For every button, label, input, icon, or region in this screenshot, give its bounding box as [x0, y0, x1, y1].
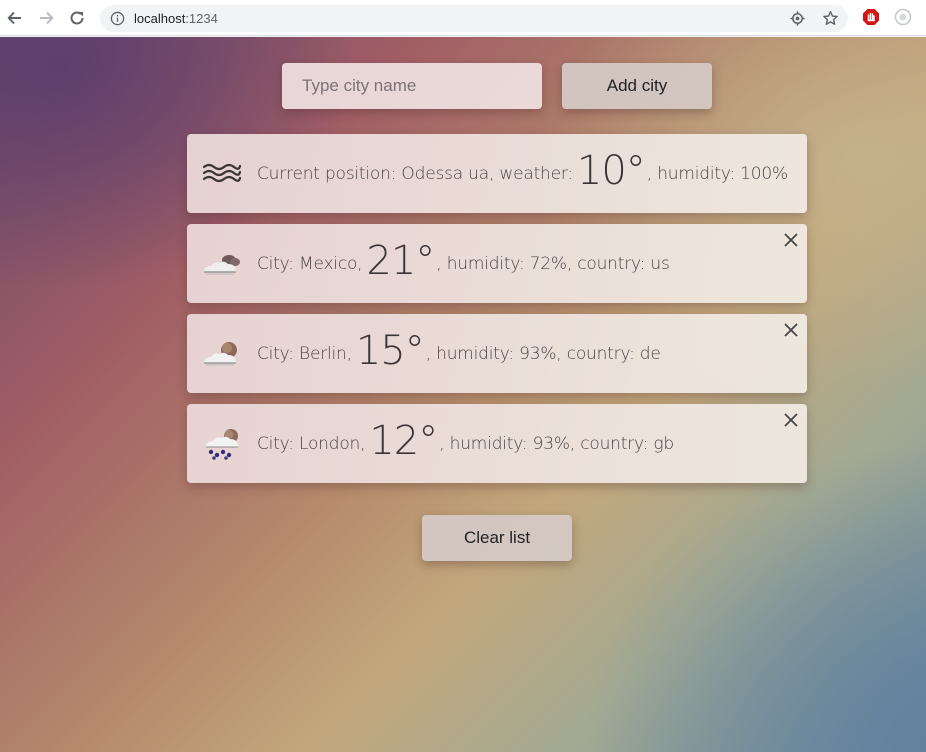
city-card: City: Mexico, 21° , humidity: 72%, count…	[187, 224, 807, 303]
current-temperature: 10°	[576, 147, 646, 194]
address-bar[interactable]: localhost:1234	[100, 5, 848, 32]
info-icon[interactable]	[110, 11, 125, 26]
location-target-icon[interactable]	[789, 10, 806, 27]
city-weather-text: City: Mexico, 21° , humidity: 72%, count…	[257, 224, 670, 303]
city-temperature: 21°	[366, 237, 435, 284]
extension-icon[interactable]	[894, 8, 912, 26]
city-suffix: , humidity: 72%, country: us	[436, 253, 670, 274]
current-weather-text: Current position: Odessa ua, weather: 10…	[257, 134, 788, 213]
city-name-input[interactable]	[282, 63, 542, 109]
remove-city-close-icon[interactable]	[781, 230, 801, 250]
city-temperature: 15°	[355, 327, 425, 374]
remove-city-close-icon[interactable]	[781, 320, 801, 340]
cloudy-icon	[204, 255, 240, 275]
fog-icon	[202, 163, 242, 183]
remove-city-close-icon[interactable]	[781, 410, 801, 430]
partly-cloudy-icon	[204, 342, 237, 366]
url-port: :1234	[185, 11, 218, 26]
city-prefix: City: London,	[257, 433, 366, 454]
city-suffix: , humidity: 93%, country: gb	[439, 433, 674, 454]
city-card: City: Berlin, 15° , humidity: 93%, count…	[187, 314, 807, 393]
reload-button[interactable]	[65, 6, 89, 30]
browser-toolbar: localhost:1234	[0, 0, 926, 36]
current-suffix: , humidity: 100%	[646, 163, 788, 184]
city-weather-text: City: Berlin, 15° , humidity: 93%, count…	[257, 314, 661, 393]
forward-arrow-icon	[40, 11, 54, 25]
url-text[interactable]: localhost:1234	[134, 10, 218, 27]
reload-icon	[70, 11, 84, 25]
city-suffix: , humidity: 93%, country: de	[425, 343, 661, 364]
city-prefix: City: Berlin,	[257, 343, 352, 364]
city-card: City: London, 12° , humidity: 93%, count…	[187, 404, 807, 483]
forward-button[interactable]	[34, 6, 58, 30]
weather-app: Add city Current position: Odessa ua, we…	[0, 37, 926, 752]
adblock-extension-icon[interactable]	[862, 8, 880, 26]
clear-list-button[interactable]: Clear list	[422, 515, 572, 561]
back-button[interactable]	[3, 6, 27, 30]
city-temperature: 12°	[369, 417, 438, 464]
current-position-card: Current position: Odessa ua, weather: 10…	[187, 134, 807, 213]
add-city-button[interactable]: Add city	[562, 63, 712, 109]
back-arrow-icon	[7, 11, 21, 25]
rain-icon	[206, 429, 238, 460]
city-prefix: City: Mexico,	[257, 253, 363, 274]
bookmark-star-icon[interactable]	[822, 10, 839, 27]
url-host: localhost	[134, 11, 186, 26]
current-prefix: Current position: Odessa ua, weather:	[257, 163, 573, 184]
city-weather-text: City: London, 12° , humidity: 93%, count…	[257, 404, 674, 483]
